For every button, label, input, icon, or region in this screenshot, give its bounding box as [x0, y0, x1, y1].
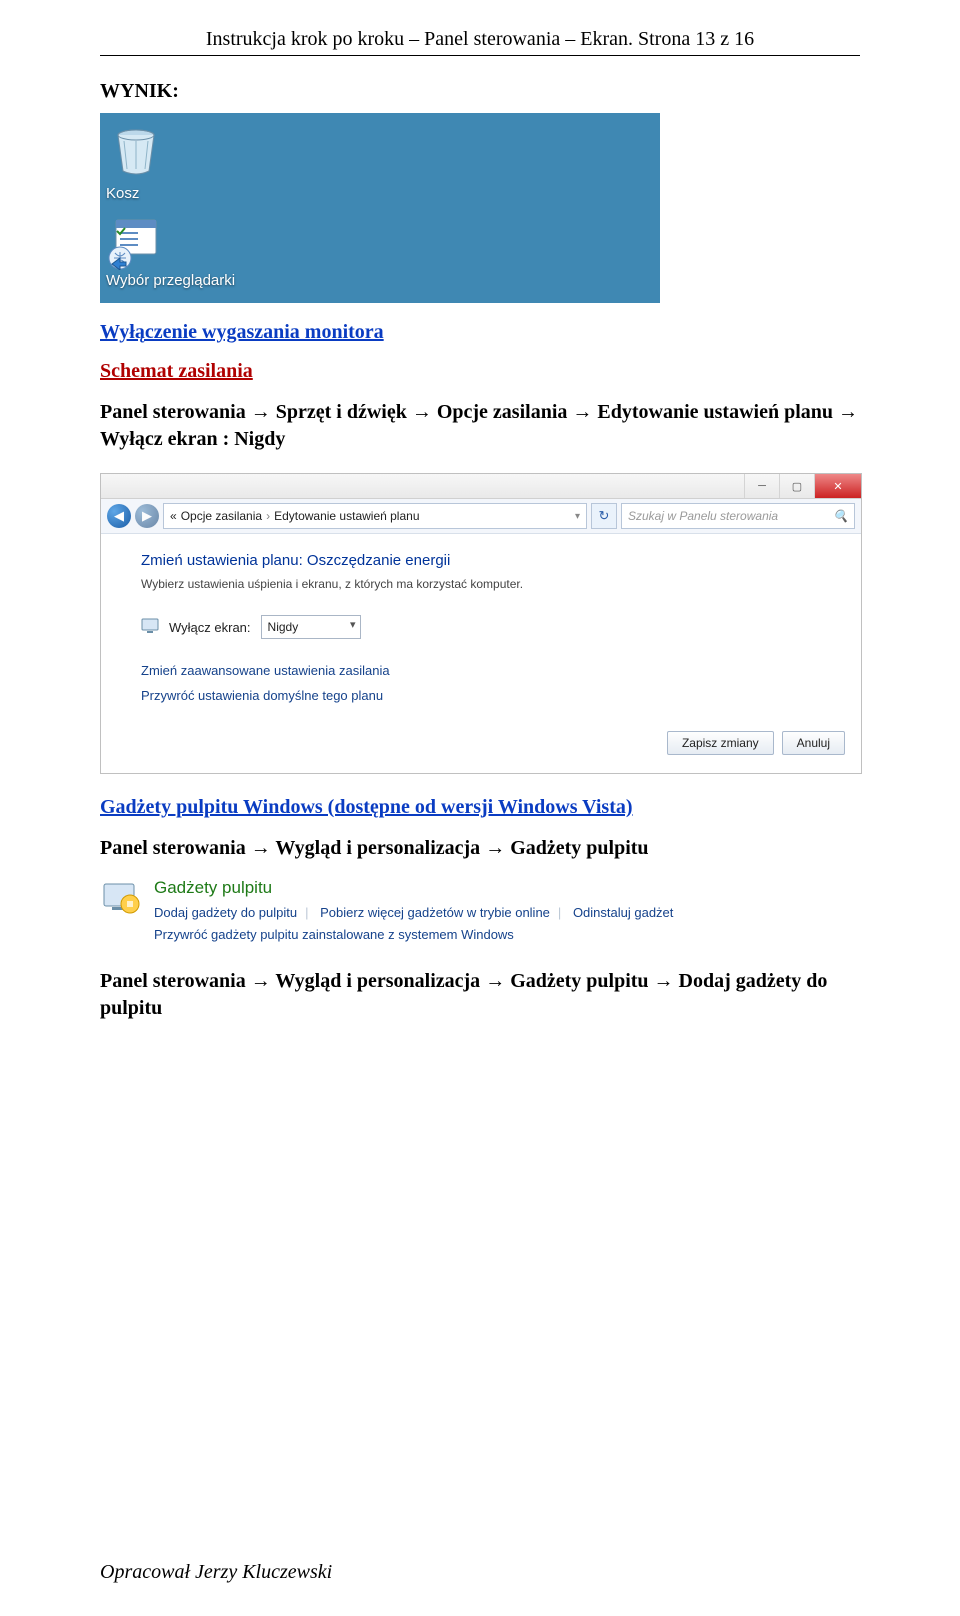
browser-chooser-icon [106, 216, 166, 270]
search-icon: 🔍 [833, 509, 848, 523]
gadget-link-more[interactable]: Pobierz więcej gadżetów w trybie online [320, 905, 550, 920]
desktop-icon-browser[interactable]: Wybór przeglądarki [106, 216, 235, 289]
power-options-window: ─ ▢ ✕ ◀ ▶ « Opcje zasilania › Edytowanie… [100, 473, 862, 774]
section-link-gadgets[interactable]: Gadżety pulpitu Windows (dostępne od wer… [100, 796, 633, 819]
breadcrumb-item[interactable]: Opcje zasilania [181, 509, 262, 523]
page-header: Instrukcja krok po kroku – Panel sterowa… [100, 28, 860, 51]
gadget-link-uninstall[interactable]: Odinstaluj gadżet [573, 905, 673, 920]
desktop-icon-recycle[interactable]: Kosz [106, 123, 166, 202]
gadget-link-restore[interactable]: Przywróć gadżety pulpitu zainstalowane z… [154, 927, 514, 942]
recycle-caption: Kosz [106, 185, 166, 202]
desktop-screenshot: Kosz Wybór przeglądarki [100, 113, 660, 303]
address-bar: ◀ ▶ « Opcje zasilania › Edytowanie ustaw… [101, 499, 861, 534]
path-seg: Wyłącz ekran : Nigdy [100, 428, 285, 450]
section-link-power-scheme[interactable]: Schemat zasilania [100, 360, 253, 383]
path-seg: Panel sterowania [100, 970, 271, 992]
gadgets-path-2: Panel sterowania Wygląd i personalizacja… [100, 968, 860, 1022]
window-content: Zmień ustawienia planu: Oszczędzanie ene… [101, 534, 861, 773]
path-seg: Edytowanie ustawień planu [597, 401, 858, 423]
path-seg: Sprzęt i dźwięk [276, 401, 432, 423]
minimize-button[interactable]: ─ [744, 474, 779, 498]
chevrons-icon: « [170, 509, 177, 523]
advanced-settings-link[interactable]: Zmień zaawansowane ustawienia zasilania [141, 663, 845, 678]
path-seg: Wygląd i personalizacja [275, 970, 505, 992]
recycle-bin-icon [106, 123, 166, 183]
breadcrumb-item[interactable]: Edytowanie ustawień planu [274, 509, 419, 523]
back-button[interactable]: ◀ [107, 504, 131, 528]
maximize-button[interactable]: ▢ [779, 474, 814, 498]
breadcrumb-separator: › [266, 509, 270, 523]
refresh-button[interactable]: ↻ [591, 503, 617, 529]
link-divider: | [297, 905, 316, 920]
path-seg: Wygląd i personalizacja [275, 837, 505, 859]
gadgets-path: Panel sterowania Wygląd i personalizacja… [100, 835, 860, 862]
gadget-icon [100, 878, 142, 920]
path-seg: Opcje zasilania [437, 401, 593, 423]
gadget-panel: Gadżety pulpitu Dodaj gadżety do pulpitu… [100, 876, 860, 952]
link-divider: | [550, 905, 569, 920]
gadget-link-add[interactable]: Dodaj gadżety do pulpitu [154, 905, 297, 920]
content-sub: Wybierz ustawienia uśpienia i ekranu, z … [141, 577, 845, 591]
close-button[interactable]: ✕ [814, 474, 861, 498]
search-placeholder: Szukaj w Panelu sterowania [628, 509, 778, 523]
browser-caption: Wybór przeglądarki [106, 272, 235, 289]
off-screen-select[interactable]: Nigdy [261, 615, 361, 639]
path-seg: Panel sterowania [100, 401, 271, 423]
restore-defaults-link[interactable]: Przywróć ustawienia domyślne tego planu [141, 688, 845, 703]
path-seg: Panel sterowania [100, 837, 271, 859]
section-link-monitor[interactable]: Wyłączenie wygaszania monitora [100, 321, 384, 344]
chevron-down-icon[interactable]: ▾ [575, 511, 580, 522]
breadcrumb[interactable]: « Opcje zasilania › Edytowanie ustawień … [163, 503, 587, 529]
window-titlebar: ─ ▢ ✕ [101, 474, 861, 499]
header-divider [100, 55, 860, 56]
cancel-button[interactable]: Anuluj [782, 731, 845, 755]
path-seg: Gadżety pulpitu [510, 970, 673, 992]
forward-button[interactable]: ▶ [135, 504, 159, 528]
power-path: Panel sterowania Sprzęt i dźwięk Opcje z… [100, 399, 860, 453]
content-heading: Zmień ustawienia planu: Oszczędzanie ene… [141, 552, 845, 569]
save-button[interactable]: Zapisz zmiany [667, 731, 774, 755]
gadget-links: Dodaj gadżety do pulpitu| Pobierz więcej… [154, 902, 673, 946]
off-screen-label: Wyłącz ekran: [169, 620, 251, 635]
path-seg: Gadżety pulpitu [510, 837, 648, 859]
monitor-icon [141, 617, 159, 638]
gadget-title: Gadżety pulpitu [154, 878, 673, 898]
search-input[interactable]: Szukaj w Panelu sterowania 🔍 [621, 503, 855, 529]
page-footer: Opracował Jerzy Kluczewski [100, 1561, 332, 1584]
result-label: WYNIK: [100, 80, 860, 103]
